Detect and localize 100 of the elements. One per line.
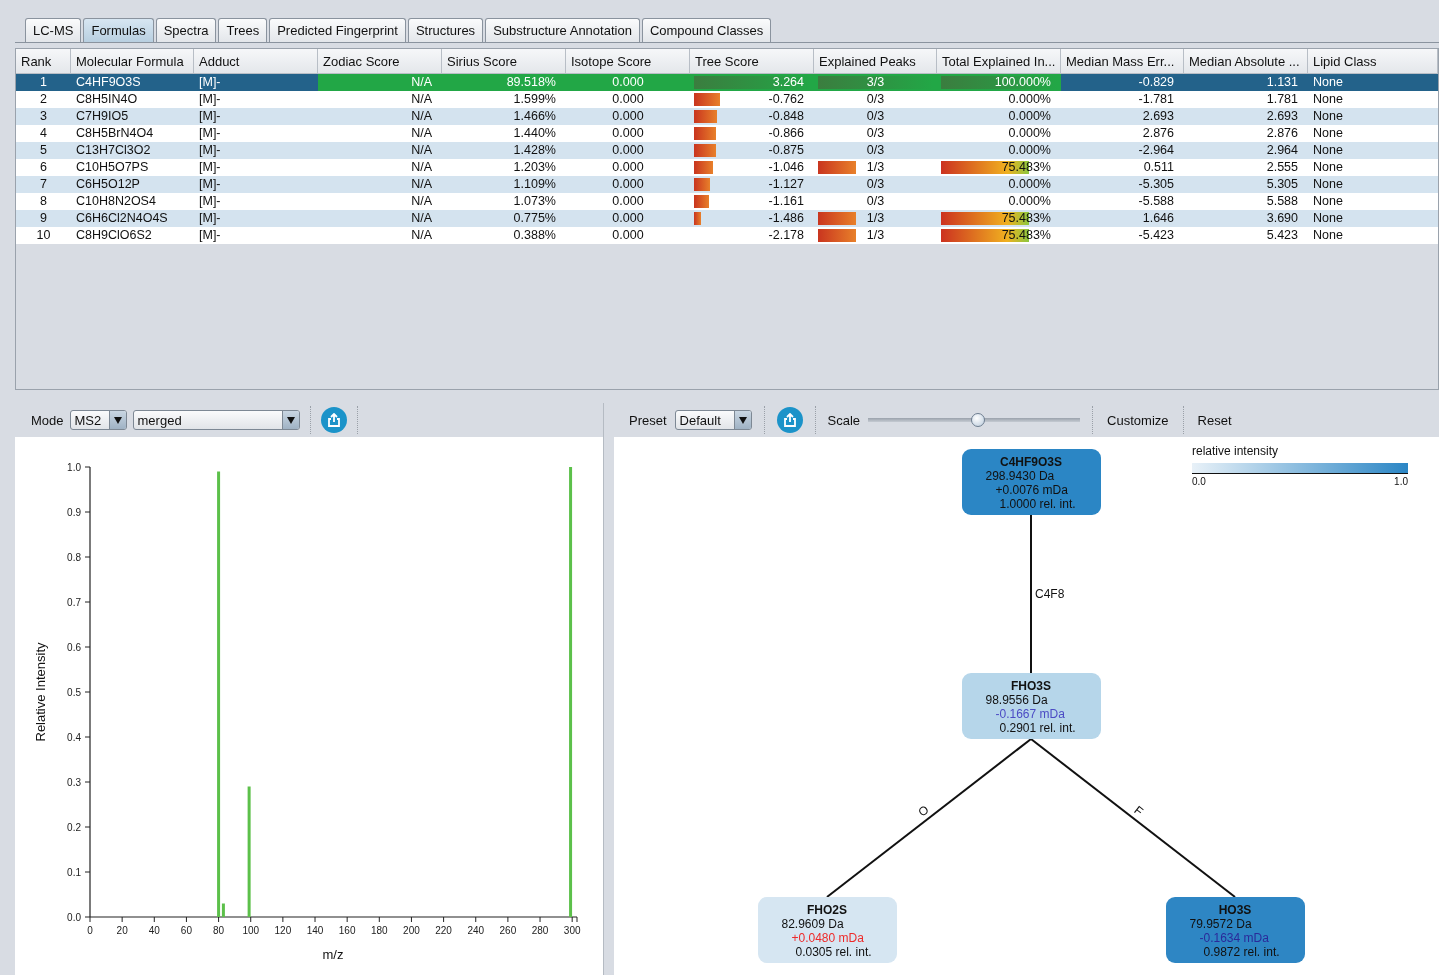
table-cell: 0.000% (937, 142, 1061, 159)
tab[interactable]: Trees (218, 18, 268, 42)
table-cell: -0.848 (690, 108, 814, 125)
column-header[interactable]: Total Explained In... (937, 49, 1061, 74)
column-header[interactable]: Rank (16, 49, 71, 74)
tick-label: 0.6 (67, 641, 81, 653)
column-header[interactable]: Isotope Score (566, 49, 690, 74)
scale-label: Scale (827, 412, 861, 428)
tick-label: 160 (338, 925, 356, 936)
table-cell: 1.646 (1061, 210, 1184, 227)
tick-label: 0.5 (67, 686, 81, 698)
table-cell: 1/3 (814, 210, 937, 227)
column-header[interactable]: Lipid Class (1308, 49, 1438, 74)
table-cell: -5.305 (1061, 176, 1184, 193)
reset-button[interactable]: Reset (1195, 412, 1234, 428)
export-button[interactable] (776, 407, 803, 433)
table-cell: 2.693 (1061, 108, 1184, 125)
tab[interactable]: LC-MS (25, 18, 82, 42)
preset-dropdown[interactable]: Default (674, 410, 752, 430)
table-cell: 0.000 (566, 74, 690, 91)
tree-node[interactable]: HO3S 79.9572 Da -0.1634 mDa 0.9872 rel. int. (1165, 897, 1305, 963)
legend-tick: 1.0 (1394, 476, 1408, 487)
table-cell: 0.000% (937, 108, 1061, 125)
table-cell: 0.000 (566, 210, 690, 227)
table-cell: -0.875 (690, 142, 814, 159)
tab[interactable]: Structures (407, 18, 484, 42)
mode-dropdown[interactable]: MS2 (69, 410, 127, 430)
table-cell: 0.775% (442, 210, 566, 227)
table-cell: 100.000% (937, 74, 1061, 91)
table-cell: 2.693 (1184, 108, 1308, 125)
tab[interactable]: Compound Classes (641, 18, 772, 42)
table-cell: None (1308, 176, 1438, 193)
tab[interactable]: Formulas (83, 18, 154, 42)
node-error: -0.1634 mDa (1199, 931, 1269, 945)
tick-label: 260 (499, 925, 517, 936)
column-header[interactable]: Median Absolute ... (1184, 49, 1308, 74)
table-cell: 0.000 (566, 108, 690, 125)
table-cell: -2.964 (1061, 142, 1184, 159)
column-header[interactable]: Zodiac Score (318, 49, 442, 74)
table-cell: 0/3 (814, 176, 937, 193)
node-mass: 298.9430 Da (985, 469, 1055, 483)
tick-label: 60 (180, 925, 192, 936)
table-cell: -1.486 (690, 210, 814, 227)
slider-thumb[interactable] (971, 413, 986, 427)
column-header[interactable]: Adduct (194, 49, 318, 74)
table-cell: 3/3 (814, 74, 937, 91)
table-cell: 1.428% (442, 142, 566, 159)
node-error: +0.0480 mDa (791, 931, 864, 945)
table-cell: None (1308, 74, 1438, 91)
table-cell: [M]- (194, 74, 318, 91)
table-cell: 5 (16, 142, 71, 159)
spectrum-dropdown[interactable]: merged (132, 410, 300, 430)
table-cell: -0.829 (1061, 74, 1184, 91)
tick-label: 0.0 (67, 911, 81, 923)
tick-label: 0.4 (67, 731, 81, 743)
tick-label: 40 (148, 925, 160, 936)
tree-node[interactable]: C4HF9O3S 298.9430 Da +0.0076 mDa 1.0000 rel. int. (961, 449, 1101, 515)
column-header[interactable]: Molecular Formula (71, 49, 194, 74)
caret-icon (738, 416, 747, 424)
column-header[interactable]: Median Mass Err... (1061, 49, 1184, 74)
tick-label: 300 (563, 925, 581, 936)
tick-label: 0 (87, 925, 93, 936)
table-cell: C6H5O12P (71, 176, 194, 193)
node-mass: 79.9572 Da (1189, 917, 1252, 931)
tab[interactable]: Predicted Fingerprint (269, 18, 406, 42)
caret-icon (286, 416, 295, 424)
upload-icon (326, 413, 341, 427)
table-cell: 3.264 (690, 74, 814, 91)
tree-node[interactable]: FHO2S 82.9609 Da +0.0480 mDa 0.0305 rel. int. (757, 897, 897, 963)
table-cell: 3 (16, 108, 71, 125)
table-cell: None (1308, 210, 1438, 227)
column-header[interactable]: Sirius Score (442, 49, 566, 74)
table-cell: -1.127 (690, 176, 814, 193)
table-cell: [M]- (194, 176, 318, 193)
mode-label: Mode (31, 412, 64, 428)
edge-label: C4F8 (1035, 587, 1065, 601)
table-cell: 5.305 (1184, 176, 1308, 193)
table-cell: 1.466% (442, 108, 566, 125)
node-formula: FHO2S (807, 903, 847, 917)
tab[interactable]: Substructure Annotation (485, 18, 640, 42)
caret-icon (113, 416, 122, 424)
tick-label: 0.2 (67, 821, 81, 833)
legend-title: relative intensity (1192, 444, 1280, 458)
tree-node[interactable]: FHO3S 98.9556 Da -0.1667 mDa 0.2901 rel. int. (961, 673, 1101, 739)
node-intensity: 0.2901 rel. int. (999, 721, 1076, 735)
table-cell: None (1308, 108, 1438, 125)
table-cell: [M]- (194, 210, 318, 227)
table-cell: [M]- (194, 142, 318, 159)
tick-label: 200 (403, 925, 420, 936)
table-cell: 0.000 (566, 176, 690, 193)
tab[interactable]: Spectra (155, 18, 217, 42)
export-button[interactable] (320, 407, 347, 433)
column-header[interactable]: Tree Score (690, 49, 814, 74)
node-formula: C4HF9O3S (1000, 455, 1062, 469)
preset-label: Preset (629, 412, 667, 428)
customize-button[interactable]: Customize (1105, 412, 1171, 428)
edge-label: F (1131, 803, 1146, 819)
column-header[interactable]: Explained Peaks (814, 49, 937, 74)
table-cell: C7H9IO5 (71, 108, 194, 125)
tick-label: 1.0 (67, 461, 81, 473)
